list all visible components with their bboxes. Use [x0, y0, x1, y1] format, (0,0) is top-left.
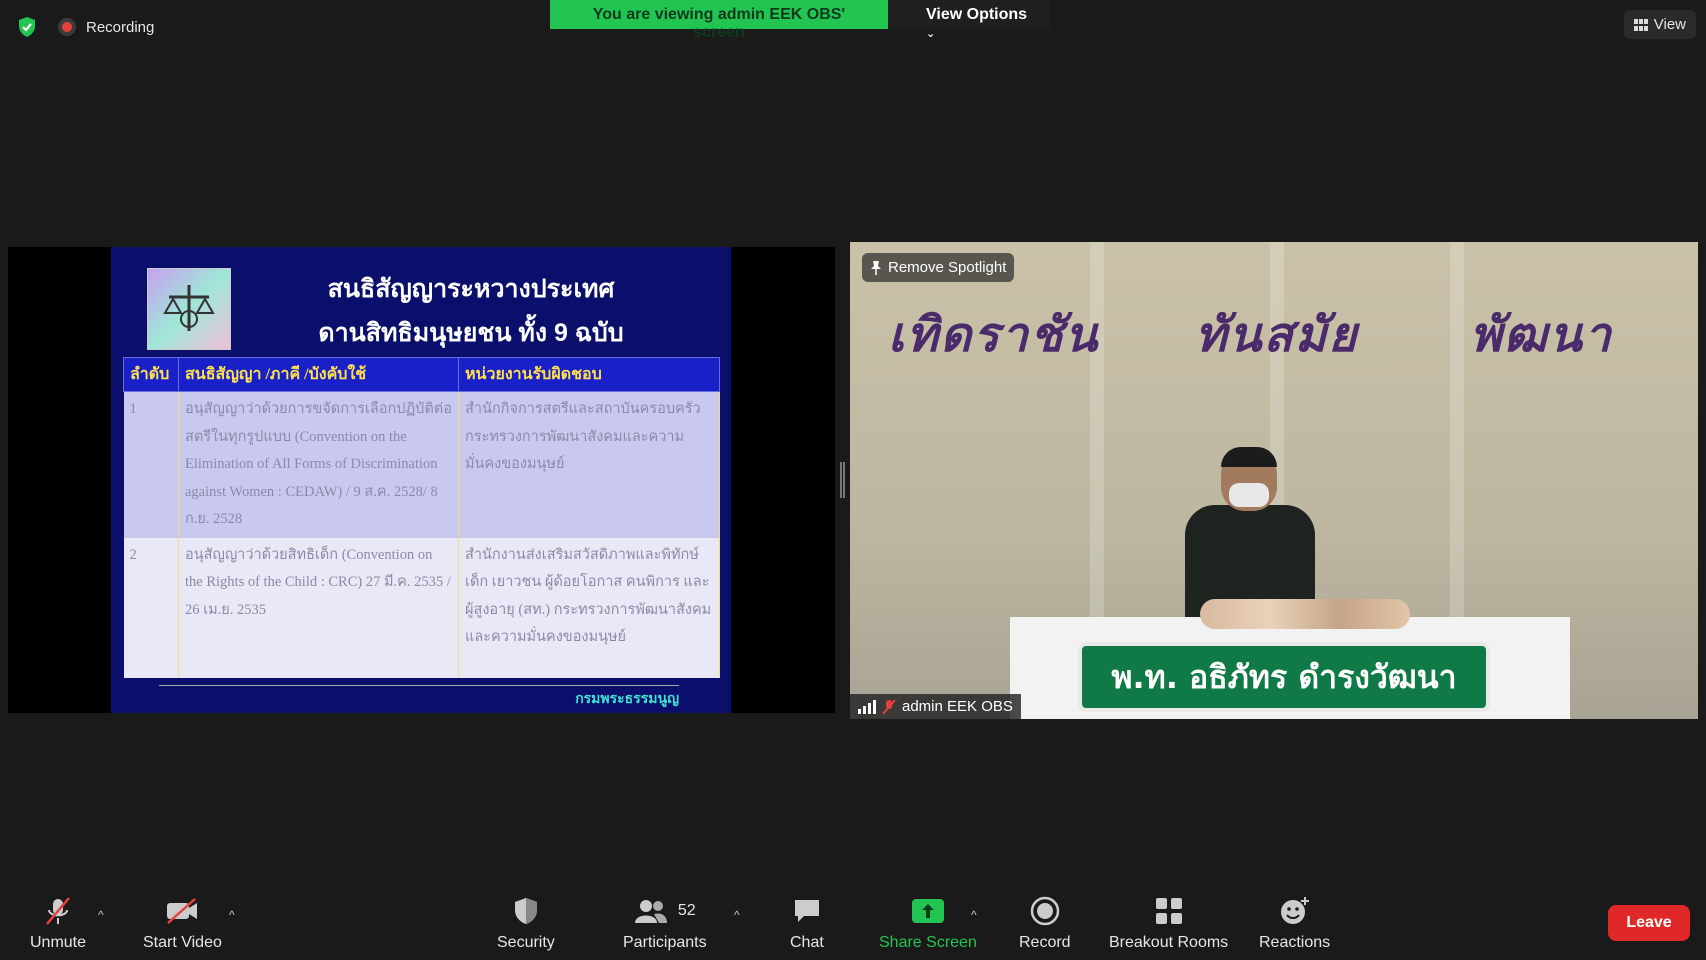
view-label: View: [1653, 16, 1686, 33]
chat-button[interactable]: Chat: [790, 894, 824, 952]
scales-of-justice-logo: [147, 268, 231, 350]
start-video-button[interactable]: Start Video: [143, 894, 222, 952]
breakout-rooms-icon: [1155, 898, 1182, 924]
presentation-slide: สนธิสัญญาระหวางประเทศ ดานสิทธิมนุษยชน ทั…: [111, 247, 731, 713]
slide-title-line2: ดานสิทธิมนุษยชน ทั้ง 9 ฉบับ: [318, 319, 624, 347]
recording-indicator[interactable]: Recording: [58, 18, 154, 36]
encryption-shield-icon[interactable]: [10, 12, 44, 42]
top-left-status: Recording: [10, 12, 154, 42]
view-options-button[interactable]: View Options ⌄: [888, 0, 1051, 40]
recording-dot-icon: [58, 18, 76, 36]
header-treaty: สนธิสัญญา /ภาคี /บังคับใช้: [178, 357, 459, 392]
shield-icon: [514, 898, 537, 924]
share-screen-button[interactable]: Share Screen: [879, 894, 977, 952]
nameplate: พ.ท. อธิภัทร ดำรงวัฒนา: [1078, 642, 1490, 712]
participants-count: 52: [677, 902, 696, 919]
signal-strength-icon: [858, 699, 876, 714]
participant-name-tag: admin EEK OBS: [850, 694, 1021, 719]
chat-bubble-icon: [794, 900, 819, 922]
shared-screen[interactable]: สนธิสัญญาระหวางประเทศ ดานสิทธิมนุษยชน ทั…: [8, 247, 835, 713]
unmute-label: Unmute: [30, 934, 87, 951]
screen-share-banner: You are viewing admin EEK OBS' screen Vi…: [550, 0, 1051, 41]
mic-muted-icon: [46, 897, 70, 925]
mic-muted-icon: [882, 698, 896, 715]
flower-arrangement: [1200, 599, 1410, 629]
viewing-banner: You are viewing admin EEK OBS' screen: [550, 0, 888, 41]
row-treaty: อนุสัญญาว่าด้วยการขจัดการเลือกปฏิบัติต่อ…: [178, 391, 459, 538]
leave-button[interactable]: Leave: [1608, 905, 1690, 941]
row-agency: สำนักงานส่งเสริมสวัสดิภาพและพิทักษ์เด็ก …: [458, 537, 720, 678]
record-label: Record: [1019, 934, 1071, 951]
slide-title: สนธิสัญญาระหวางประเทศ ดานสิทธิมนุษยชน ทั…: [271, 267, 671, 355]
participants-options-caret-icon[interactable]: ^: [734, 908, 740, 922]
grid-view-icon: [1633, 18, 1648, 31]
wall-text: ทันสมัย: [1195, 307, 1359, 363]
remove-spotlight-button[interactable]: Remove Spotlight: [862, 253, 1015, 282]
slide-title-line1: สนธิสัญญาระหวางประเทศ: [327, 275, 615, 303]
chevron-down-icon: ⌄: [926, 28, 936, 40]
header-agency: หน่วยงานรับผิดชอบ: [458, 357, 720, 392]
slide-footer: กรมพระธรรมนูญ: [159, 685, 679, 710]
security-label: Security: [497, 934, 555, 951]
wall-text: พัฒนา: [1470, 307, 1613, 363]
breakout-rooms-button[interactable]: Breakout Rooms: [1109, 894, 1228, 952]
participants-button[interactable]: 52 Participants: [623, 894, 707, 952]
row-no: 2: [123, 537, 179, 678]
share-screen-label: Share Screen: [879, 934, 977, 951]
wall-panel: [1450, 242, 1464, 642]
start-video-label: Start Video: [143, 934, 222, 951]
remove-spotlight-label: Remove Spotlight: [888, 259, 1007, 276]
table-row: 1 อนุสัญญาว่าด้วยการขจัดการเลือกปฏิบัติต…: [123, 391, 720, 538]
chat-label: Chat: [790, 934, 824, 951]
smiley-plus-icon: [1280, 897, 1309, 924]
treaty-table: ลำดับ สนธิสัญญา /ภาคี /บังคับใช้ หน่วยงา…: [123, 357, 720, 678]
security-button[interactable]: Security: [497, 894, 555, 952]
row-treaty: อนุสัญญาว่าด้วยสิทธิเด็ก (Convention on …: [178, 537, 459, 678]
share-options-caret-icon[interactable]: ^: [971, 908, 977, 922]
participant-name: admin EEK OBS: [902, 698, 1013, 715]
view-button[interactable]: View: [1623, 10, 1696, 39]
spotlight-video-tile[interactable]: เทิดราชัน ทันสมัย พัฒนา พ.ท. อธิภัทร ดำร…: [850, 242, 1698, 719]
recording-label: Recording: [86, 18, 155, 36]
video-off-icon: [167, 898, 198, 924]
share-screen-icon: [911, 899, 944, 923]
participants-icon: [634, 900, 667, 923]
reactions-button[interactable]: Reactions: [1259, 894, 1330, 952]
participants-label: Participants: [623, 934, 707, 951]
record-button[interactable]: Record: [1019, 894, 1071, 952]
breakout-rooms-label: Breakout Rooms: [1109, 934, 1229, 951]
reactions-label: Reactions: [1259, 934, 1331, 951]
unmute-button[interactable]: Unmute: [30, 894, 86, 952]
view-options-label: View Options: [926, 6, 1028, 23]
record-icon: [1030, 896, 1060, 926]
audio-options-caret-icon[interactable]: ^: [98, 908, 104, 922]
video-options-caret-icon[interactable]: ^: [229, 908, 235, 922]
split-resize-handle[interactable]: [840, 462, 845, 498]
header-no: ลำดับ: [123, 357, 179, 392]
row-agency: สำนักกิจการสตรีและสถาบันครอบครัว กระทรวง…: [458, 391, 720, 538]
meeting-toolbar: Unmute ^ Start Video ^ Security 52 Parti…: [0, 880, 1706, 960]
wall-text: เทิดราชัน: [888, 307, 1100, 363]
pin-icon: [871, 260, 881, 275]
row-no: 1: [123, 391, 179, 538]
table-row: 2 อนุสัญญาว่าด้วยสิทธิเด็ก (Convention o…: [123, 537, 720, 678]
